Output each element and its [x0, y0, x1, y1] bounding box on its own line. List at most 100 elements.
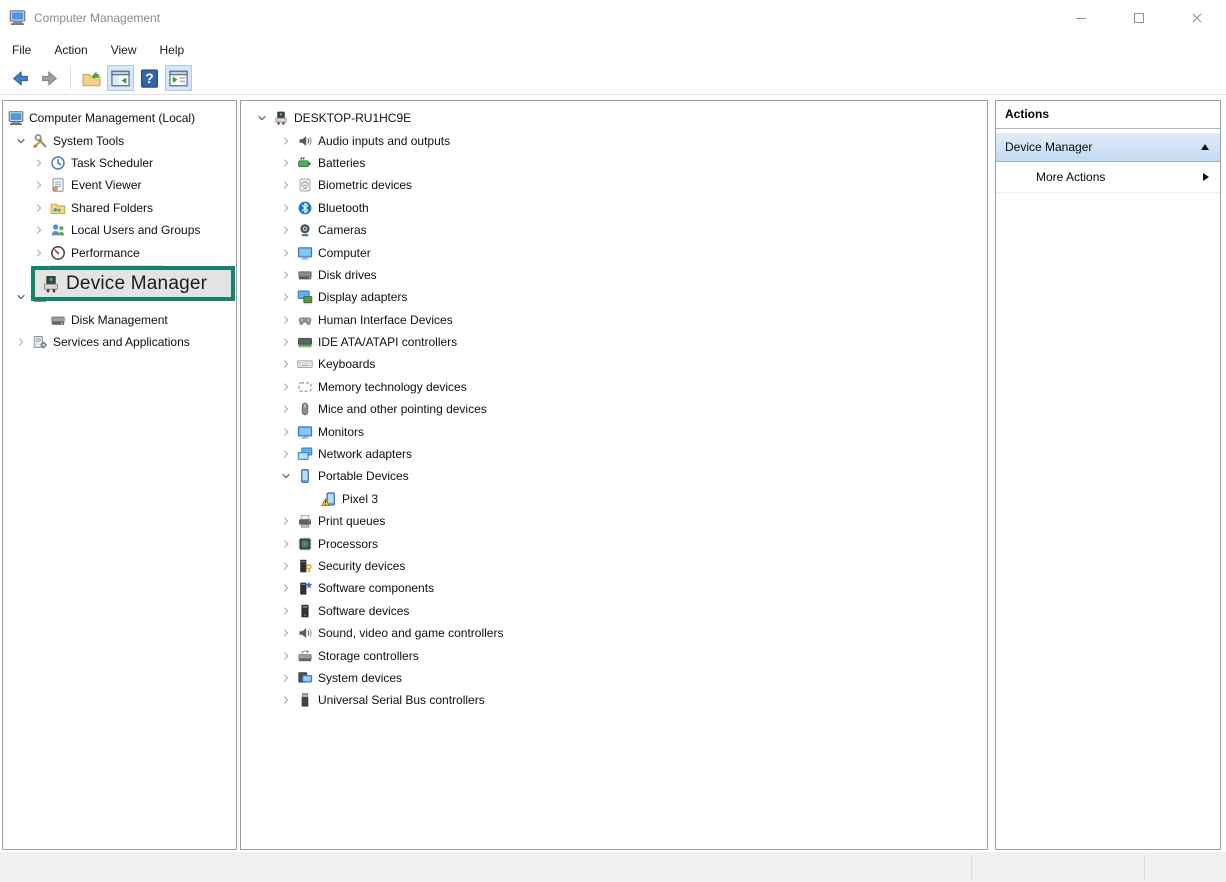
disk-drive-icon: [297, 267, 313, 283]
chevron-right-icon[interactable]: [10, 334, 32, 350]
console-tree-item-performance[interactable]: Performance: [3, 241, 236, 263]
menu-bar: File Action View Help: [0, 38, 1226, 62]
chevron-right-icon[interactable]: [275, 155, 297, 171]
chevron-right-icon[interactable]: [275, 356, 297, 372]
device-item-batteries[interactable]: Batteries: [241, 152, 987, 174]
chevron-down-icon[interactable]: [10, 133, 32, 149]
close-button[interactable]: [1168, 0, 1226, 36]
chevron-right-icon[interactable]: [275, 648, 297, 664]
device-item-portable-devices[interactable]: Portable Devices: [241, 465, 987, 487]
toolbar-button-forward[interactable]: [36, 65, 63, 91]
device-manager-highlight-box[interactable]: Device Manager: [31, 266, 235, 301]
chevron-down-icon[interactable]: [10, 289, 32, 305]
chevron-right-icon[interactable]: [275, 580, 297, 596]
console-tree-item-label: Local Users and Groups: [71, 223, 200, 237]
toolbar-button-help[interactable]: ?: [136, 65, 163, 91]
chevron-right-icon[interactable]: [275, 536, 297, 552]
device-item-software-components[interactable]: Software components: [241, 577, 987, 599]
event-viewer-icon: [50, 177, 66, 193]
console-tree-item-label: Performance: [71, 246, 140, 260]
chevron-right-icon[interactable]: [275, 334, 297, 350]
device-item-memory-technology-devices[interactable]: Memory technology devices: [241, 376, 987, 398]
menu-action[interactable]: Action: [54, 43, 87, 57]
console-tree-item-local-users-and-groups[interactable]: Local Users and Groups: [3, 219, 236, 241]
console-tree-item-computer-management-local[interactable]: Computer Management (Local): [3, 107, 236, 129]
chevron-right-icon[interactable]: [28, 200, 50, 216]
chevron-down-icon[interactable]: [275, 468, 297, 484]
device-item-sound-video-and-game-controllers[interactable]: Sound, video and game controllers: [241, 622, 987, 644]
device-item-mice-and-other-pointing-devices[interactable]: Mice and other pointing devices: [241, 398, 987, 420]
chevron-spacer: [28, 312, 50, 328]
toolbar-button-show-action-pane[interactable]: [165, 65, 192, 91]
device-item-network-adapters[interactable]: Network adapters: [241, 443, 987, 465]
device-item-ide-ata-atapi-controllers[interactable]: IDE ATA/ATAPI controllers: [241, 331, 987, 353]
chevron-right-icon[interactable]: [275, 267, 297, 283]
actions-group-device-manager[interactable]: Device Manager: [996, 133, 1220, 162]
device-item-software-devices[interactable]: Software devices: [241, 600, 987, 622]
device-item-universal-serial-bus-controllers[interactable]: Universal Serial Bus controllers: [241, 689, 987, 711]
minimize-button[interactable]: [1052, 0, 1110, 36]
toolbar-button-show-console-tree[interactable]: [107, 65, 134, 91]
chevron-right-icon[interactable]: [275, 289, 297, 305]
chevron-down-icon[interactable]: [251, 110, 273, 126]
device-item-display-adapters[interactable]: Display adapters: [241, 286, 987, 308]
chevron-right-icon[interactable]: [28, 155, 50, 171]
chevron-right-icon[interactable]: [275, 177, 297, 193]
device-item-label: Cameras: [318, 223, 367, 237]
device-item-cameras[interactable]: Cameras: [241, 219, 987, 241]
device-item-bluetooth[interactable]: Bluetooth: [241, 197, 987, 219]
maximize-button[interactable]: [1110, 0, 1168, 36]
chevron-right-icon[interactable]: [275, 379, 297, 395]
device-item-pixel-3[interactable]: Pixel 3: [241, 488, 987, 510]
toolbar-button-export-list[interactable]: [78, 65, 105, 91]
chevron-right-icon[interactable]: [275, 513, 297, 529]
camera-icon: [297, 222, 313, 238]
chevron-right-icon[interactable]: [275, 312, 297, 328]
chevron-right-icon[interactable]: [275, 446, 297, 462]
console-tree-item-disk-management[interactable]: Disk Management: [3, 309, 236, 331]
chevron-right-icon[interactable]: [275, 245, 297, 261]
device-item-desktop-ru1hc9e[interactable]: DESKTOP-RU1HC9E: [241, 107, 987, 129]
console-tree-item-event-viewer[interactable]: Event Viewer: [3, 174, 236, 196]
chevron-right-icon[interactable]: [28, 245, 50, 261]
chevron-right-icon[interactable]: [28, 177, 50, 193]
chevron-right-icon[interactable]: [275, 424, 297, 440]
more-actions-item[interactable]: More Actions: [996, 162, 1220, 193]
device-item-human-interface-devices[interactable]: Human Interface Devices: [241, 309, 987, 331]
chevron-right-icon[interactable]: [275, 401, 297, 417]
console-tree-item-task-scheduler[interactable]: Task Scheduler: [3, 152, 236, 174]
chevron-right-icon[interactable]: [275, 692, 297, 708]
software-component-icon: [297, 580, 313, 596]
console-tree-pane: Computer Management (Local)System ToolsT…: [2, 100, 237, 850]
menu-help[interactable]: Help: [160, 43, 185, 57]
chevron-right-icon[interactable]: [275, 133, 297, 149]
chevron-right-icon[interactable]: [275, 603, 297, 619]
device-item-biometric-devices[interactable]: Biometric devices: [241, 174, 987, 196]
device-item-processors[interactable]: Processors: [241, 532, 987, 554]
menu-file[interactable]: File: [12, 43, 31, 57]
device-item-print-queues[interactable]: Print queues: [241, 510, 987, 532]
device-item-label: Keyboards: [318, 357, 375, 371]
console-tree-item-services-and-applications[interactable]: Services and Applications: [3, 331, 236, 353]
device-item-storage-controllers[interactable]: Storage controllers: [241, 644, 987, 666]
toolbar-button-back[interactable]: [7, 65, 34, 91]
device-item-security-devices[interactable]: Security devices: [241, 555, 987, 577]
chevron-up-icon[interactable]: [1201, 144, 1209, 150]
chevron-right-icon[interactable]: [275, 558, 297, 574]
chevron-right-icon[interactable]: [275, 625, 297, 641]
device-item-computer[interactable]: Computer: [241, 241, 987, 263]
device-item-label: Computer: [318, 246, 371, 260]
chevron-right-icon[interactable]: [275, 200, 297, 216]
usb-icon: [297, 692, 313, 708]
console-tree-item-shared-folders[interactable]: Shared Folders: [3, 197, 236, 219]
menu-view[interactable]: View: [111, 43, 137, 57]
device-item-audio-inputs-and-outputs[interactable]: Audio inputs and outputs: [241, 129, 987, 151]
chevron-right-icon[interactable]: [275, 670, 297, 686]
device-item-monitors[interactable]: Monitors: [241, 420, 987, 442]
device-item-disk-drives[interactable]: Disk drives: [241, 264, 987, 286]
chevron-right-icon[interactable]: [275, 222, 297, 238]
device-item-keyboards[interactable]: Keyboards: [241, 353, 987, 375]
console-tree-item-system-tools[interactable]: System Tools: [3, 129, 236, 151]
chevron-right-icon[interactable]: [28, 222, 50, 238]
device-item-system-devices[interactable]: System devices: [241, 667, 987, 689]
